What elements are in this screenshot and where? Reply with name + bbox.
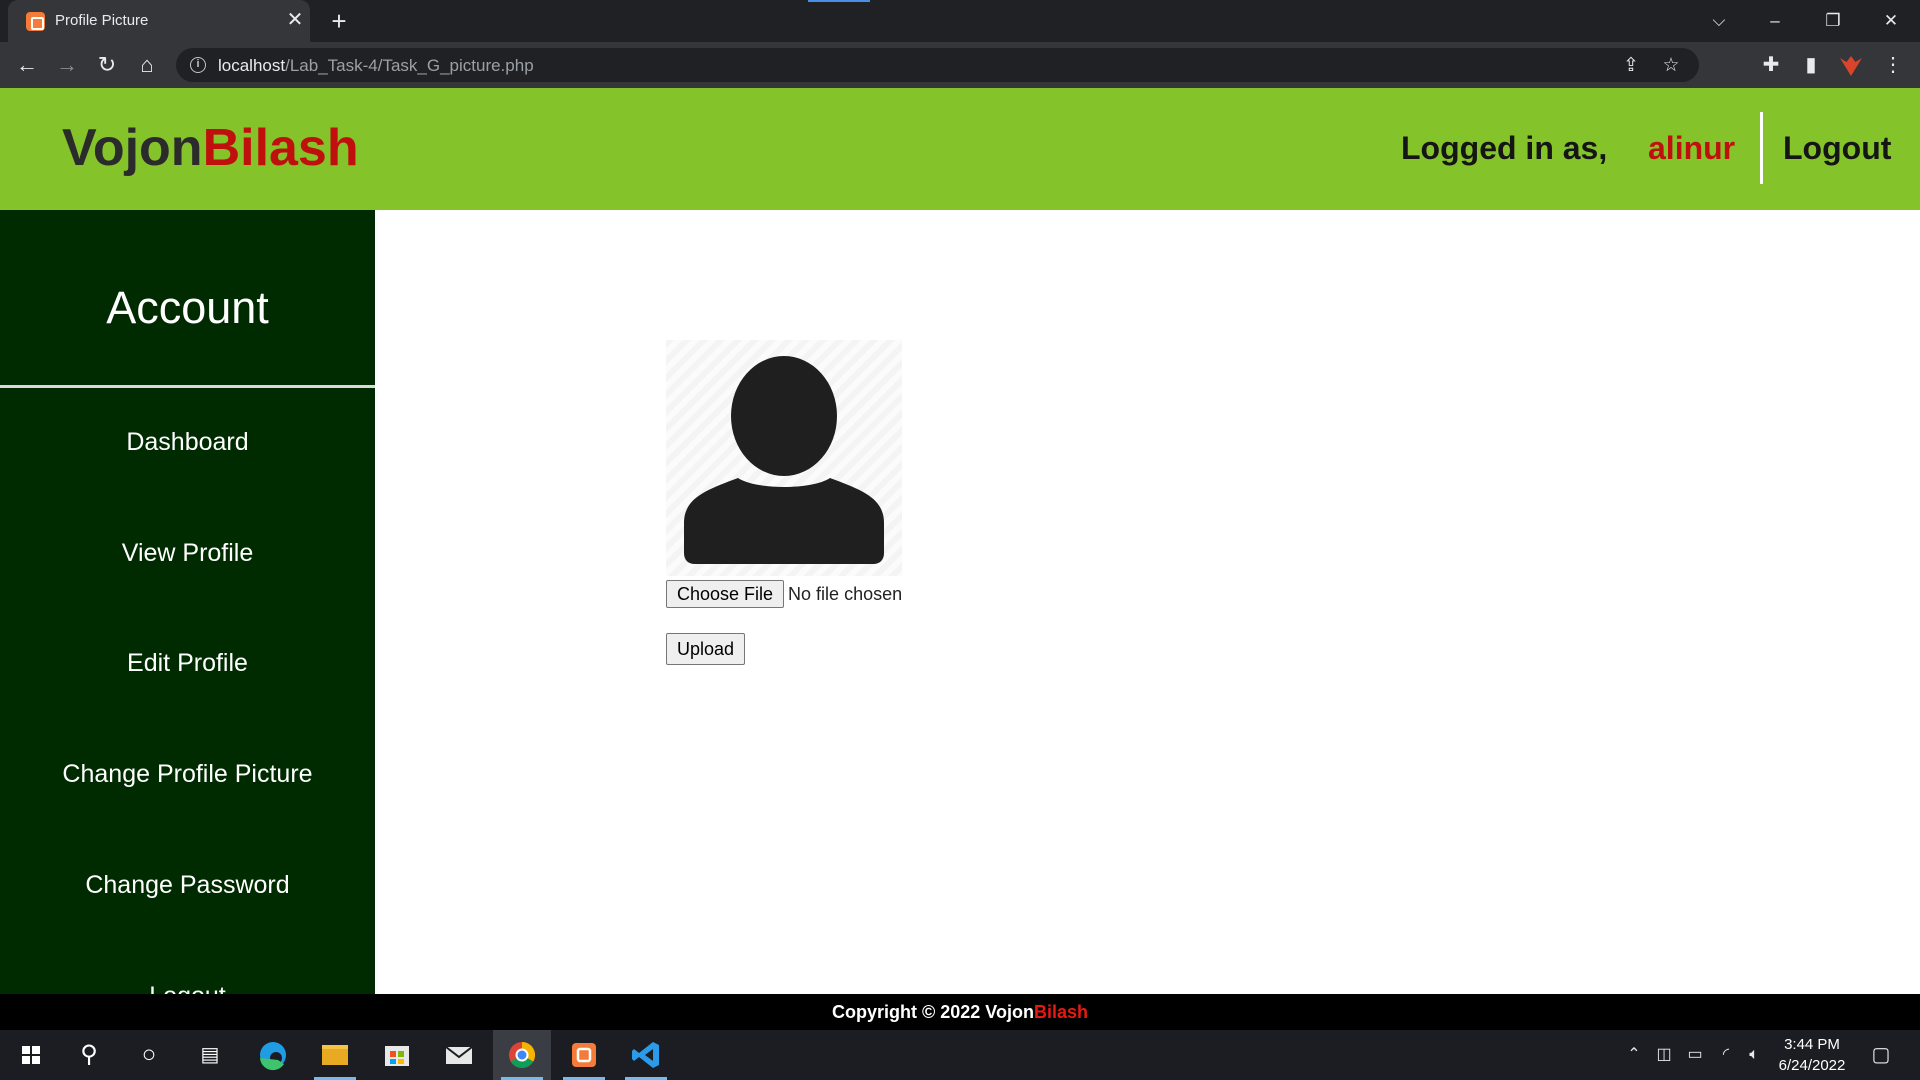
search-icon: ⚲ [80,1041,98,1068]
cortana-circle-icon: ○ [141,1041,157,1068]
notifications-icon[interactable]: ▢ [1866,1030,1896,1080]
site-footer: Copyright © 2022 VojonBilash [0,994,1920,1030]
address-url[interactable]: localhost/Lab_Task-4/Task_G_picture.php [218,56,534,76]
no-file-chosen-text: No file chosen [788,584,903,604]
task-view-button[interactable]: ▤ [181,1030,239,1080]
store-bag-icon [385,1046,409,1066]
site-header: VojonBilash Logged in as, alinur Logout [0,88,1920,210]
windows-taskbar: ⚲ ○ ▤ ⌃ ◫ ▭ ◜ 🔈︎ 3:44 PM 6/24/2022 ▢ [0,1030,1920,1080]
search-button[interactable]: ⚲ [60,1030,118,1080]
tab-search-chevron-icon[interactable]: ⌵ [1696,4,1742,38]
wifi-icon[interactable]: ◜ [1714,1030,1738,1080]
browser-titlebar: Profile Picture ✕ + ⌵ – ❐ ✕ [0,0,1920,42]
edge-browser-icon [260,1042,286,1071]
taskbar-store[interactable] [368,1030,426,1080]
home-icon[interactable]: ⌂ [132,50,162,80]
xampp-favicon-icon [26,12,45,31]
clock-time: 3:44 PM [1784,1036,1840,1053]
tray-chevron-icon[interactable]: ⌃ [1622,1030,1646,1080]
address-bar[interactable]: i localhost/Lab_Task-4/Task_G_picture.ph… [176,48,1699,82]
sidebar-title: Account [106,282,269,333]
chrome-icon [509,1041,536,1069]
profile-picture [666,340,902,576]
battery-icon[interactable]: ▭ [1682,1030,1708,1080]
copyright-brand: Bilash [1033,1002,1088,1022]
upload-button[interactable]: Upload [666,633,746,665]
file-input[interactable]: Choose File No file chosen [666,580,902,608]
taskbar-vscode[interactable] [617,1030,675,1080]
browser-tab[interactable]: Profile Picture ✕ [8,0,310,42]
sidebar-divider [0,385,375,388]
bookmark-star-icon[interactable]: ☆ [1659,54,1683,78]
sidebar-item-change-password[interactable]: Change Password [0,871,375,900]
windows-logo-icon [22,1046,40,1064]
sidebar-item-dashboard[interactable]: Dashboard [0,428,375,457]
extensions-puzzle-icon[interactable]: ✚ [1756,50,1786,80]
vscode-icon [632,1042,659,1068]
folder-icon [322,1045,348,1065]
extension-phoenix-icon[interactable] [1840,56,1862,76]
header-divider [1760,112,1763,184]
reload-icon[interactable]: ↻ [92,50,122,80]
clock-date: 6/24/2022 [1778,1057,1846,1074]
sidebar-item-view-profile[interactable]: View Profile [0,539,375,568]
mail-icon [445,1046,473,1064]
main-content: Choose File No file chosen Upload [375,210,1920,994]
site-logo[interactable]: VojonBilash [62,118,359,178]
taskbar-xampp[interactable] [555,1030,613,1080]
tab-title: Profile Picture [55,12,149,29]
new-tab-icon[interactable]: + [324,6,354,36]
tab-close-icon[interactable]: ✕ [283,8,307,32]
cortana-button[interactable]: ○ [120,1030,178,1080]
close-window-icon[interactable]: ✕ [1868,4,1914,38]
taskbar-chrome[interactable] [493,1030,551,1080]
choose-file-button[interactable]: Choose File [666,580,785,608]
logged-in-label: Logged in as, [1401,130,1608,166]
taskbar-edge[interactable] [244,1030,302,1080]
taskbar-mail[interactable] [430,1030,488,1080]
logo-part-bilash: Bilash [202,119,359,177]
copyright-text: Copyright © 2022 Vojon [832,1002,1034,1022]
start-button[interactable] [2,1030,60,1080]
xampp-icon [572,1043,596,1067]
sidebar-item-edit-profile[interactable]: Edit Profile [0,649,375,678]
username-link[interactable]: alinur [1648,130,1735,167]
back-icon[interactable]: ← [12,50,42,80]
restore-icon[interactable]: ❐ [1810,4,1856,38]
sidebar-item-logout[interactable]: Logout [0,982,375,994]
account-sidebar: Account Dashboard View Profile Edit Prof… [0,210,375,994]
header-logout-link[interactable]: Logout [1783,130,1891,167]
logo-part-vojon: Vojon [62,119,203,177]
browser-toolbar: ← → ↻ ⌂ i localhost/Lab_Task-4/Task_G_pi… [0,42,1920,88]
taskbar-clock[interactable]: 3:44 PM 6/24/2022 [1770,1034,1854,1076]
meet-now-icon[interactable]: ◫ [1652,1030,1676,1080]
chrome-menu-icon[interactable]: ⋮ [1878,50,1908,80]
default-avatar-icon [684,356,884,564]
task-view-icon: ▤ [200,1044,220,1066]
window-accent [808,0,870,2]
sidebar-item-change-profile-picture[interactable]: Change Profile Picture [0,760,375,789]
volume-icon[interactable]: 🔈︎ [1742,1030,1766,1080]
forward-icon[interactable]: → [52,50,82,80]
taskbar-file-explorer[interactable] [306,1030,364,1080]
minimize-icon[interactable]: – [1752,4,1798,38]
site-info-icon[interactable]: i [190,57,206,73]
share-icon[interactable]: ⇪ [1619,54,1643,78]
side-panel-icon[interactable]: ▮ [1796,50,1826,80]
